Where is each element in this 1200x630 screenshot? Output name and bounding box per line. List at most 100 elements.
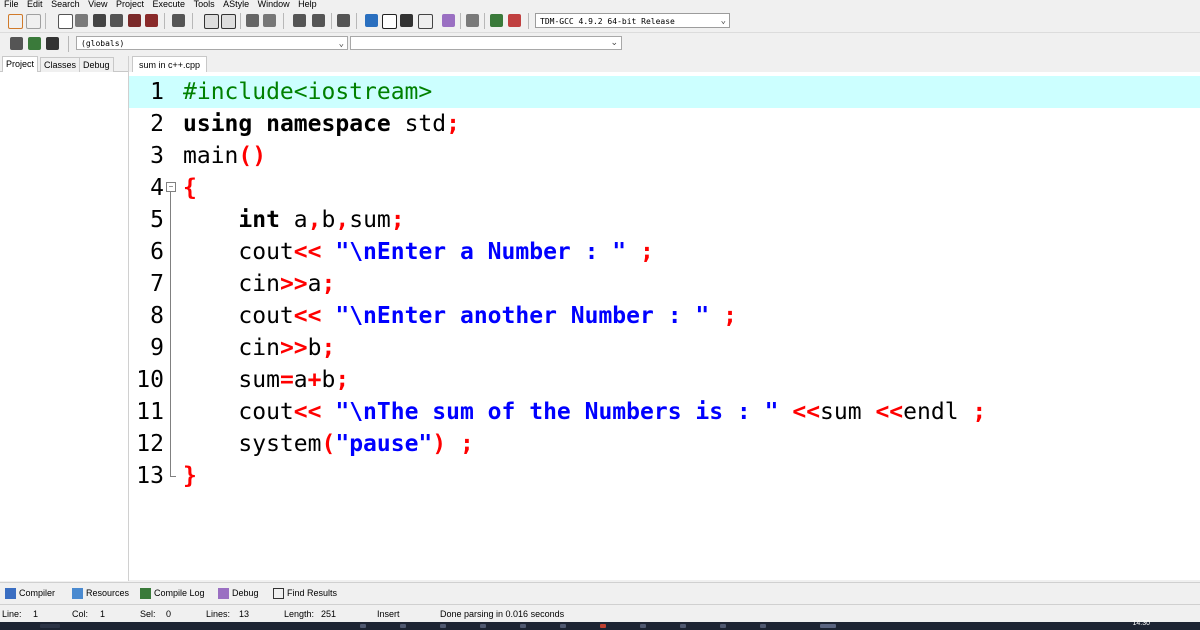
taskbar-app-icon[interactable]: [440, 624, 446, 628]
open-file-icon[interactable]: [75, 14, 88, 27]
start-icon[interactable]: [40, 624, 60, 628]
fold-end-marker: [170, 476, 176, 477]
code-line: 9 cin>>b;: [129, 332, 1200, 364]
toolbar-divider: [460, 13, 461, 29]
chart-icon[interactable]: [490, 14, 503, 27]
taskbar-app-icon[interactable]: [720, 624, 726, 628]
line-number: 7: [150, 271, 164, 297]
taskbar-app-icon[interactable]: [520, 624, 526, 628]
tab-compile-log[interactable]: Compile Log: [140, 586, 205, 600]
compile-icon[interactable]: [365, 14, 378, 27]
goto-declaration-icon[interactable]: [46, 37, 59, 50]
tab-compiler[interactable]: Compiler: [5, 586, 55, 600]
taskbar-app-icon[interactable]: [820, 624, 836, 628]
toolbar-divider: [356, 13, 357, 29]
code-text: cout<< "\nEnter another Number : " ;: [183, 303, 737, 329]
new-file-icon[interactable]: [58, 14, 73, 29]
tab-project[interactable]: Project: [2, 56, 39, 72]
chevron-down-icon: ⌄: [338, 39, 344, 49]
code-line: 12 system("pause") ;: [129, 428, 1200, 460]
goto-definition-icon[interactable]: [28, 37, 41, 50]
tab-find-results-label: Find Results: [287, 588, 338, 598]
line-number: 3: [150, 143, 164, 169]
line-number: 13: [136, 463, 164, 489]
profile-icon[interactable]: [508, 14, 521, 27]
taskbar-app-icon[interactable]: [560, 624, 566, 628]
toolbar-divider: [164, 13, 165, 29]
menu-file[interactable]: File: [4, 0, 19, 9]
code-editor[interactable]: 1 #include<iostream> 2 using namespace s…: [129, 72, 1200, 580]
print-icon[interactable]: [172, 14, 185, 27]
symbol-select[interactable]: ⌄: [350, 36, 622, 50]
status-lines-value: 13: [239, 609, 250, 619]
toggle-comment-icon[interactable]: [337, 14, 350, 27]
menu-bar: File Edit Search View Project Execute To…: [0, 0, 1200, 10]
rebuild-icon[interactable]: [418, 14, 433, 29]
line-number: 12: [136, 431, 164, 457]
code-line: 5 int a,b,sum;: [129, 204, 1200, 236]
code-text: system("pause") ;: [183, 431, 474, 457]
code-text: cout<< "\nThe sum of the Numbers is : " …: [183, 399, 987, 425]
menu-help[interactable]: Help: [298, 0, 317, 9]
save-all-icon[interactable]: [110, 14, 123, 27]
menu-tools[interactable]: Tools: [194, 0, 215, 9]
indent-left-icon[interactable]: [293, 14, 306, 27]
line-number: 2: [150, 111, 164, 137]
code-text: }: [183, 463, 197, 489]
fold-collapse-icon[interactable]: −: [166, 182, 176, 192]
status-sel-label: Sel:: [140, 609, 156, 619]
menu-window[interactable]: Window: [258, 0, 290, 9]
tab-compiler-label: Compiler: [19, 588, 56, 598]
save-icon[interactable]: [93, 14, 106, 27]
tab-find-results[interactable]: Find Results: [273, 586, 337, 600]
close-all-icon[interactable]: [145, 14, 158, 27]
menu-project[interactable]: Project: [116, 0, 144, 9]
tab-classes[interactable]: Classes: [40, 57, 81, 72]
scope-select[interactable]: (globals) ⌄: [76, 36, 348, 50]
indent-right-icon[interactable]: [312, 14, 325, 27]
tab-debug[interactable]: Debug: [79, 57, 114, 72]
status-line-label: Line:: [2, 609, 22, 619]
status-length-value: 251: [321, 609, 337, 619]
code-text: using namespace std;: [183, 111, 460, 137]
tab-debug-label: Debug: [232, 588, 259, 598]
menu-astyle[interactable]: AStyle: [223, 0, 249, 9]
undo-icon[interactable]: [8, 14, 23, 29]
stop-icon[interactable]: [466, 14, 479, 27]
scope-select-value: (globals): [81, 39, 125, 48]
taskbar-app-icon[interactable]: [360, 624, 366, 628]
insert-icon[interactable]: [10, 37, 23, 50]
tab-resources[interactable]: Resources: [72, 586, 129, 600]
compiler-select[interactable]: TDM-GCC 4.9.2 64-bit Release ⌄: [535, 13, 730, 28]
menu-search[interactable]: Search: [51, 0, 80, 9]
goto-line-icon[interactable]: [246, 14, 259, 27]
run-icon[interactable]: [382, 14, 397, 29]
status-bar: Line: 1 Col: 1 Sel: 0 Lines: 13 Length: …: [0, 604, 1200, 623]
check-syntax-icon[interactable]: [442, 14, 455, 27]
taskbar-app-icon[interactable]: [640, 624, 646, 628]
compile-run-icon[interactable]: [400, 14, 413, 27]
find-icon[interactable]: [204, 14, 219, 29]
taskbar-app-icon[interactable]: [680, 624, 686, 628]
taskbar-app-icon[interactable]: [400, 624, 406, 628]
tab-debug-panel[interactable]: Debug: [218, 586, 259, 600]
code-line: 4 {: [129, 172, 1200, 204]
menu-edit[interactable]: Edit: [27, 0, 43, 9]
editor-tab-file[interactable]: sum in c++.cpp: [132, 56, 208, 73]
redo-icon[interactable]: [26, 14, 41, 29]
chart-icon: [140, 587, 151, 599]
compiler-select-value: TDM-GCC 4.9.2 64-bit Release: [540, 17, 675, 26]
close-file-icon[interactable]: [128, 14, 141, 27]
code-line: 3 main(): [129, 140, 1200, 172]
status-col-label: Col:: [72, 609, 89, 619]
replace-icon[interactable]: [221, 14, 236, 29]
menu-execute[interactable]: Execute: [153, 0, 186, 9]
taskbar-app-icon[interactable]: [480, 624, 486, 628]
taskbar-app-icon[interactable]: [760, 624, 766, 628]
menu-view[interactable]: View: [88, 0, 107, 9]
code-text: main(): [183, 143, 267, 169]
code-line: 13 }: [129, 460, 1200, 492]
code-text: #include<iostream>: [183, 79, 433, 105]
taskbar-app-icon[interactable]: [600, 624, 606, 628]
bookmark-icon[interactable]: [263, 14, 276, 27]
